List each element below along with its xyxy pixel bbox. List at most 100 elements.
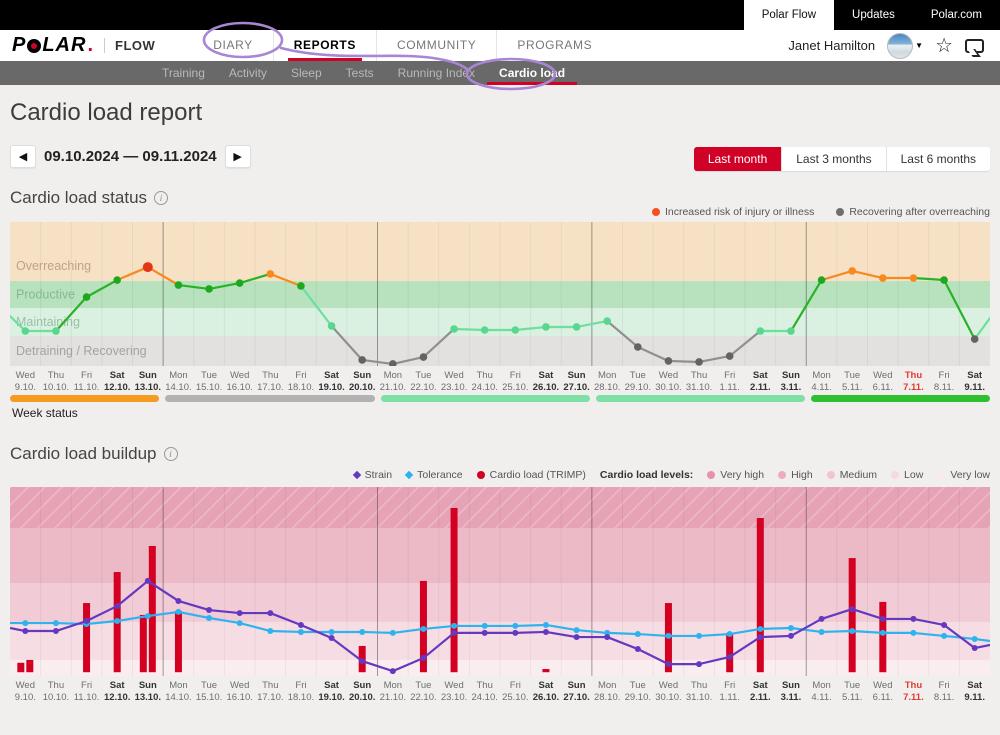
tolerance-day-dot[interactable] [880,630,886,636]
strain-day-dot[interactable] [298,622,304,628]
tolerance-day-dot[interactable] [267,628,273,634]
trimp-bar[interactable] [726,633,733,672]
nav-item-community[interactable]: COMMUNITY [376,30,496,61]
tolerance-day-dot[interactable] [910,630,916,636]
trimp-bar[interactable] [140,615,147,672]
status-day-dot[interactable] [910,274,918,282]
nav-item-reports[interactable]: REPORTS [273,30,376,61]
strain-day-dot[interactable] [22,628,28,634]
topbar-tab-polar-flow[interactable]: Polar Flow [744,0,834,30]
trimp-bar[interactable] [879,602,886,672]
status-day-dot[interactable] [328,322,336,330]
strain-day-dot[interactable] [543,629,549,635]
trimp-bar[interactable] [26,660,33,672]
strain-day-dot[interactable] [849,606,855,612]
tolerance-day-dot[interactable] [512,623,518,629]
subnav-item-sleep[interactable]: Sleep [279,61,334,85]
strain-day-dot[interactable] [390,668,396,674]
tolerance-day-dot[interactable] [635,631,641,637]
cardio-load-buildup-chart[interactable] [10,487,990,676]
strain-day-dot[interactable] [819,616,825,622]
range-button-last-6-months[interactable]: Last 6 months [886,147,990,171]
tolerance-day-dot[interactable] [788,625,794,631]
status-day-dot[interactable] [695,358,703,366]
strain-day-dot[interactable] [267,610,273,616]
status-day-dot[interactable] [22,327,30,335]
trimp-bar[interactable] [757,518,764,672]
strain-day-dot[interactable] [84,618,90,624]
status-day-dot[interactable] [358,356,366,364]
tolerance-day-dot[interactable] [359,629,365,635]
subnav-item-training[interactable]: Training [150,61,217,85]
tolerance-day-dot[interactable] [206,615,212,621]
topbar-tab-polar-com[interactable]: Polar.com [913,0,1000,30]
trimp-bar[interactable] [17,663,24,672]
status-day-dot[interactable] [143,262,153,272]
cardio-load-status-chart[interactable]: OverreachingProductiveMaintainingDetrain… [10,222,990,366]
strain-day-dot[interactable] [604,634,610,640]
status-day-dot[interactable] [787,327,795,335]
trimp-bar[interactable] [849,558,856,672]
tolerance-day-dot[interactable] [849,628,855,634]
strain-day-dot[interactable] [696,661,702,667]
status-day-dot[interactable] [848,267,856,275]
subnav-item-tests[interactable]: Tests [334,61,386,85]
range-button-last-month[interactable]: Last month [694,147,781,171]
strain-day-dot[interactable] [727,654,733,660]
status-day-dot[interactable] [603,317,611,325]
status-day-dot[interactable] [818,276,826,284]
trimp-bar[interactable] [451,508,458,672]
status-day-dot[interactable] [940,276,948,284]
status-day-dot[interactable] [175,281,183,289]
tolerance-day-dot[interactable] [543,622,549,628]
tolerance-day-dot[interactable] [145,613,151,619]
topbar-tab-updates[interactable]: Updates [834,0,913,30]
strain-day-dot[interactable] [420,655,426,661]
tolerance-day-dot[interactable] [972,636,978,642]
strain-day-dot[interactable] [359,658,365,664]
status-day-dot[interactable] [205,285,213,293]
trimp-bar[interactable] [175,611,182,672]
tolerance-day-dot[interactable] [574,627,580,633]
polar-logo[interactable]: PLAR. [12,34,94,57]
tolerance-day-dot[interactable] [53,620,59,626]
tolerance-day-dot[interactable] [390,630,396,636]
tolerance-day-dot[interactable] [451,623,457,629]
status-day-dot[interactable] [420,353,428,361]
strain-day-dot[interactable] [788,633,794,639]
tolerance-day-dot[interactable] [22,620,28,626]
tolerance-day-dot[interactable] [696,633,702,639]
tolerance-day-dot[interactable] [298,629,304,635]
avatar[interactable] [887,33,913,59]
status-day-dot[interactable] [512,326,520,334]
tolerance-day-dot[interactable] [727,631,733,637]
next-period-button[interactable]: ▶ [225,145,251,168]
strain-day-dot[interactable] [941,622,947,628]
trimp-bar[interactable] [83,603,90,672]
status-day-dot[interactable] [971,335,979,343]
strain-day-dot[interactable] [880,616,886,622]
tolerance-day-dot[interactable] [819,629,825,635]
strain-day-dot[interactable] [237,610,243,616]
tolerance-day-dot[interactable] [482,623,488,629]
status-day-dot[interactable] [52,327,60,335]
status-day-dot[interactable] [634,343,642,351]
strain-day-dot[interactable] [206,607,212,613]
subnav-item-activity[interactable]: Activity [217,61,279,85]
strain-day-dot[interactable] [53,628,59,634]
tolerance-day-dot[interactable] [941,633,947,639]
trimp-bar[interactable] [149,546,156,672]
strain-day-dot[interactable] [451,630,457,636]
strain-day-dot[interactable] [512,630,518,636]
status-day-dot[interactable] [573,323,581,331]
tolerance-day-dot[interactable] [237,620,243,626]
buildup-info-icon[interactable]: i [164,447,178,461]
strain-day-dot[interactable] [329,635,335,641]
strain-day-dot[interactable] [574,634,580,640]
tolerance-day-dot[interactable] [420,626,426,632]
status-day-dot[interactable] [297,282,305,290]
feedback-chat-icon[interactable] [965,39,984,53]
status-day-dot[interactable] [481,326,489,334]
subnav-item-cardio-load[interactable]: Cardio load [487,61,577,85]
tolerance-day-dot[interactable] [114,618,120,624]
